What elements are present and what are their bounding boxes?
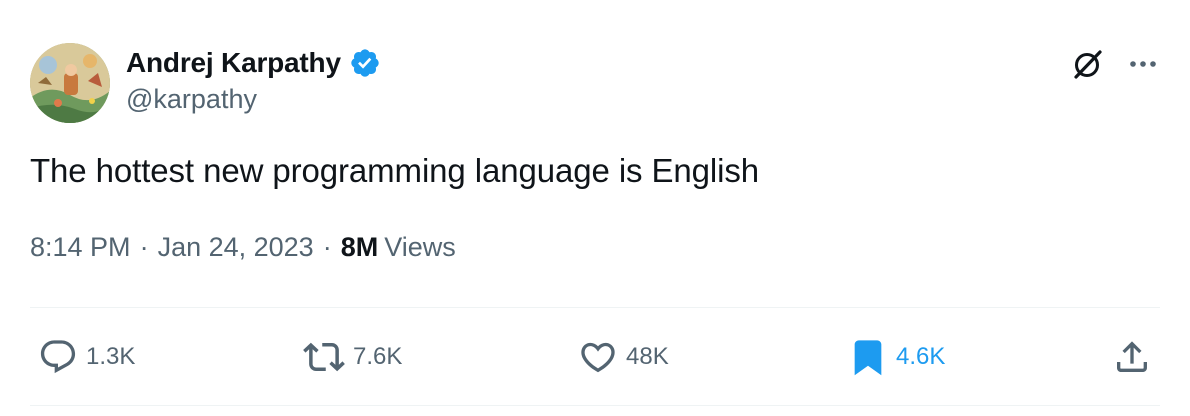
like-count: 48K	[626, 343, 669, 370]
meta-separator: ·	[139, 232, 149, 262]
views-count: 8M	[340, 232, 379, 262]
divider	[30, 307, 1160, 308]
views-label: Views	[384, 232, 456, 262]
tweet-time[interactable]: 8:14 PM	[30, 232, 131, 263]
author-handle[interactable]: @karpathy	[126, 84, 257, 115]
tweet-card: Andrej Karpathy @karpathy The hottest ne…	[0, 0, 1190, 416]
author-display-name[interactable]: Andrej Karpathy	[126, 47, 341, 79]
verified-badge-icon[interactable]	[349, 47, 381, 79]
author-name-row: Andrej Karpathy	[126, 44, 381, 82]
tweet-top-actions	[1070, 46, 1160, 82]
more-icon[interactable]	[1126, 47, 1160, 81]
reply-button[interactable]: 1.3K	[38, 336, 135, 378]
tweet-text: The hottest new programming language is …	[30, 152, 760, 189]
tweet-meta: 8:14 PM · Jan 24, 2023 · 8M Views	[30, 232, 456, 263]
heart-icon	[581, 342, 615, 373]
reply-icon	[40, 340, 76, 374]
retweet-count: 7.6K	[353, 343, 403, 370]
share-button[interactable]	[1112, 336, 1152, 378]
reply-count: 1.3K	[86, 343, 136, 370]
bookmark-button[interactable]: 4.6K	[848, 336, 945, 378]
bookmark-icon	[854, 340, 882, 376]
retweet-button[interactable]: 7.6K	[303, 336, 402, 378]
tweet-date[interactable]: Jan 24, 2023	[158, 232, 314, 263]
grok-icon[interactable]	[1070, 46, 1106, 82]
share-icon	[1117, 341, 1147, 372]
avatar[interactable]	[30, 43, 110, 123]
avatar-image	[30, 43, 110, 123]
meta-separator: ·	[322, 232, 332, 262]
like-button[interactable]: 48K	[578, 336, 669, 378]
tweet-action-bar: 1.3K 7.6K 48K 4.6K	[30, 336, 1160, 380]
divider	[30, 405, 1160, 406]
retweet-icon	[303, 342, 345, 372]
bookmark-count: 4.6K	[896, 343, 946, 370]
